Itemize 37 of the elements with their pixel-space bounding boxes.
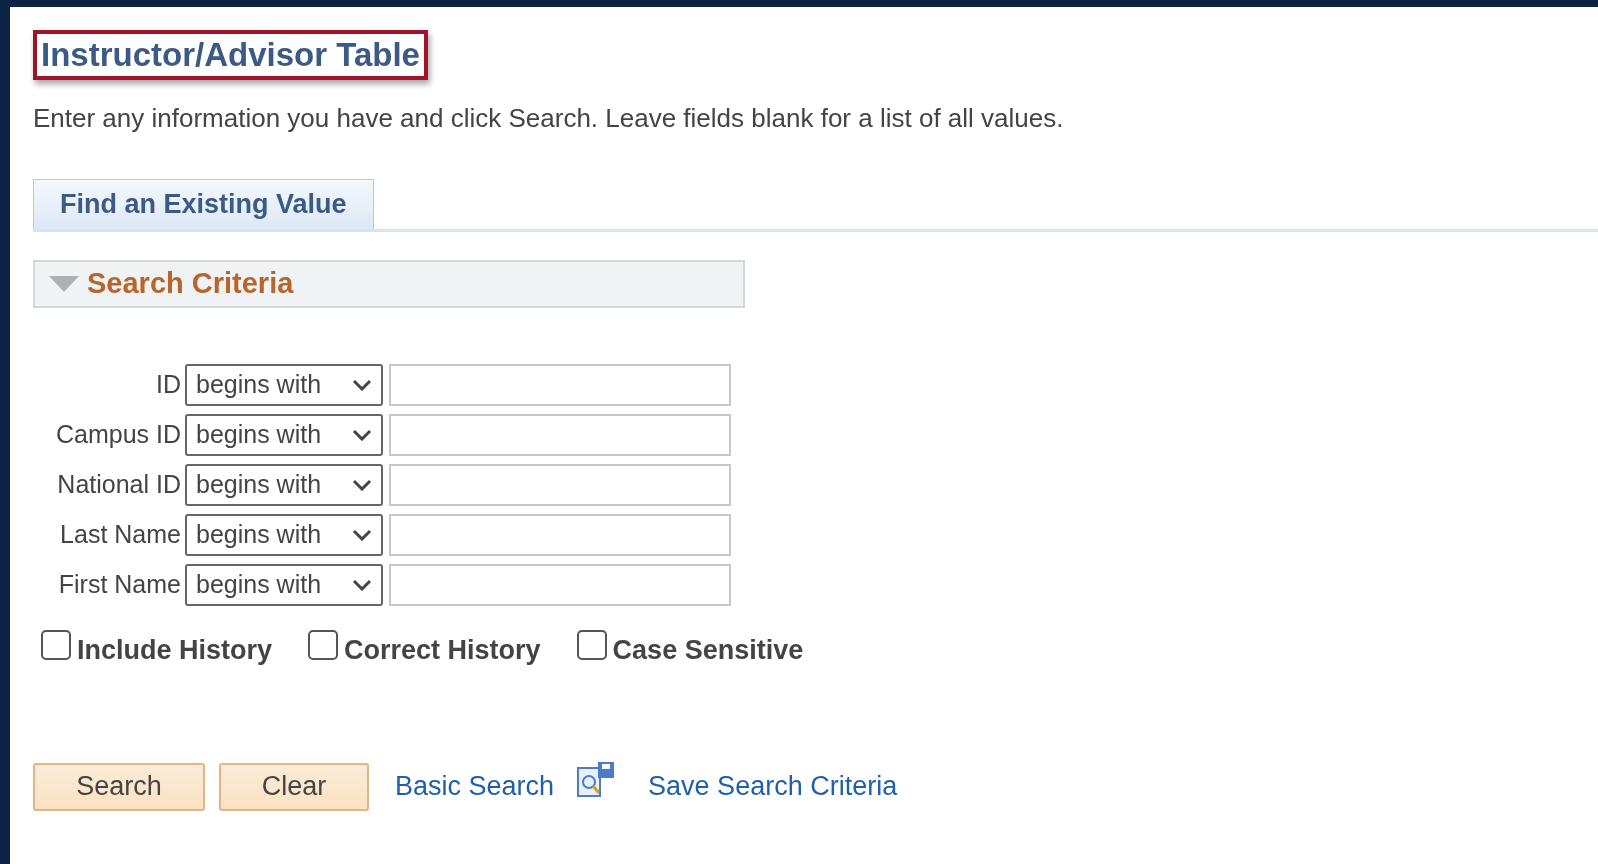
save-search-icon[interactable] [576,759,617,800]
operator-dropdown[interactable]: begins with [185,564,383,606]
checkbox[interactable] [308,630,339,661]
field-label: First Name [57,569,182,601]
instructions-text: Enter any information you have and click Search. Leave fields blank for a list of all values. [33,102,1065,134]
search-button[interactable]: Search [33,762,205,811]
chevron-down-icon [352,429,372,441]
operator-dropdown[interactable]: begins with [185,364,383,406]
section-header[interactable]: Search Criteria [33,260,745,308]
section-title: Search Criteria [87,266,294,302]
search-input-field[interactable] [389,414,731,456]
operator-dropdown[interactable]: begins with [185,464,383,506]
checkbox-label: Case Sensitive [612,634,804,667]
collapse-triangle-icon [49,276,79,292]
checkbox-label: Correct History [344,634,541,667]
search-input-field[interactable] [389,564,731,606]
operator-dropdown[interactable]: begins with [185,514,383,556]
field-label: Last Name [59,519,182,551]
checkbox[interactable] [576,630,607,661]
checkbox-label: Include History [77,634,273,667]
search-input-field[interactable] [389,364,731,406]
search-input-field[interactable] [389,514,731,556]
save-search-criteria-link[interactable]: Save Search Criteria [648,766,898,807]
field-label: Campus ID [54,419,182,451]
field-label: National ID [56,469,182,501]
tab[interactable]: Find an Existing Value [33,179,374,229]
basic-search-link[interactable]: Basic Search [395,766,555,807]
field-label: ID [155,369,182,401]
chevron-down-icon [352,579,372,591]
search-input-field[interactable] [389,464,731,506]
chevron-down-icon [352,379,372,391]
checkbox[interactable] [41,630,71,661]
chevron-down-icon [352,479,372,491]
page-title: Instructor/Advisor Table [41,36,420,74]
operator-dropdown[interactable]: begins with [185,414,383,456]
chevron-down-icon [352,529,372,541]
clear-button[interactable]: Clear [219,762,369,811]
